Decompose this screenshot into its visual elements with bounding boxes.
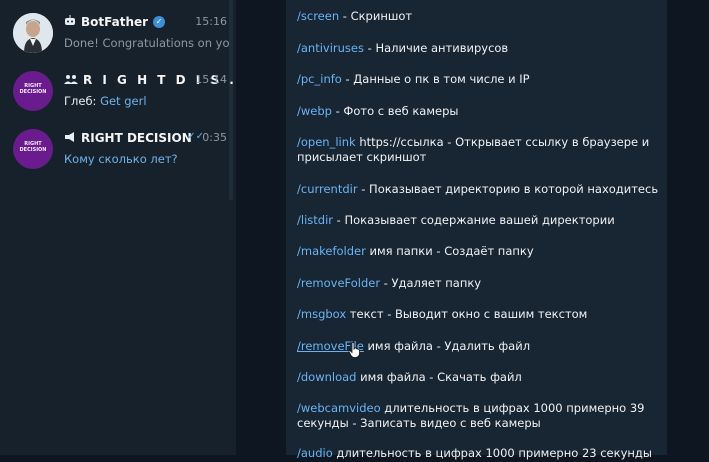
- avatar-logo: RIGHT DECISION: [19, 83, 47, 95]
- command-desc: - Данные о пк в том числе и IP: [341, 72, 530, 86]
- command-line: /webp - Фото с веб камеры: [297, 104, 657, 120]
- command-line: /open_link https://ссылка - Открывает сс…: [297, 135, 657, 151]
- chat-time: 15:16: [195, 15, 227, 28]
- command-desc: имя файла - Удалить файл: [363, 339, 531, 353]
- channel-icon: [64, 131, 76, 145]
- group-icon: [64, 74, 78, 87]
- chat-time: 0:35: [202, 131, 227, 144]
- chat-preview: Done! Congratulations on yo...: [64, 36, 230, 50]
- message-bubble: /screen - Скриншот /antiviruses - Наличи…: [286, 0, 667, 460]
- command-line: /currentdir - Показывает директорию в ко…: [297, 182, 659, 198]
- command-desc: текст - Выводит окно с вашим текстом: [346, 307, 588, 321]
- avatar: RIGHT DECISION: [13, 71, 53, 111]
- chat-preview: Кому сколько лет?: [64, 152, 178, 166]
- command-link[interactable]: /download: [297, 370, 356, 384]
- command-desc: - Наличие антивирусов: [364, 41, 509, 55]
- command-link[interactable]: /open_link: [297, 135, 356, 149]
- command-link[interactable]: /makefolder: [297, 244, 366, 258]
- command-link[interactable]: /listdir: [297, 213, 333, 227]
- chat-item-right-decision-channel[interactable]: RIGHT DECISION RIGHT DECISION ✓✓ 0:35 Ком…: [0, 119, 236, 177]
- avatar-logo: RIGHT DECISION: [19, 141, 47, 153]
- chat-name: BotFather: [81, 15, 149, 29]
- command-desc: имя файла - Скачать файл: [356, 370, 522, 384]
- command-link[interactable]: /pc_info: [297, 72, 342, 86]
- command-link[interactable]: /antiviruses: [297, 41, 364, 55]
- command-line: /screen - Скриншот: [297, 9, 657, 25]
- chat-time: 15:14: [195, 73, 227, 86]
- hand-cursor-icon: [348, 342, 360, 358]
- command-line: /listdir - Показывает содержание вашей д…: [297, 213, 657, 229]
- command-line: /download имя файла - Скачать файл: [297, 370, 657, 386]
- preview-sender: Глеб:: [64, 94, 97, 108]
- avatar: [13, 13, 53, 53]
- command-line: /pc_info - Данные о пк в том числе и IP: [297, 72, 657, 88]
- command-line: /removeFile имя файла - Удалить файл: [297, 339, 657, 358]
- chat-item-right-decision-group[interactable]: RIGHT DECISION R I G H T D I S ... 15:14 …: [0, 61, 236, 119]
- command-line-cont: присылает скриншот: [297, 150, 657, 166]
- command-line: /webcamvideo длительность в цифрах 1000 …: [297, 401, 657, 417]
- command-desc: имя папки - Создаёт папку: [365, 244, 534, 258]
- command-line: /removeFolder - Удаляет папку: [297, 276, 657, 292]
- avatar: RIGHT DECISION: [13, 129, 53, 169]
- command-line: /makefolder имя папки - Создаёт папку: [297, 244, 657, 260]
- command-desc: присылает скриншот: [297, 150, 427, 164]
- command-desc: длительность в цифрах 1000 примерно 23 с…: [332, 446, 652, 460]
- command-desc: длительность в цифрах 1000 примерно 39: [380, 401, 645, 415]
- command-line: /msgbox текст - Выводит окно с вашим тек…: [297, 307, 657, 323]
- command-line-cont: секунды - Записать видео с веб камеры: [297, 416, 657, 432]
- bot-icon: [64, 15, 76, 29]
- chat-preview: Глеб: Get gerl: [64, 94, 230, 108]
- verified-icon: ✓: [153, 16, 166, 28]
- command-link[interactable]: /msgbox: [297, 307, 346, 321]
- command-desc: - Фото с веб камеры: [331, 104, 459, 118]
- command-link[interactable]: /audio: [297, 446, 333, 460]
- command-desc: - Показывает директорию в которой находи…: [357, 182, 659, 196]
- command-desc: секунды - Записать видео с веб камеры: [297, 416, 541, 430]
- preview-text: Get gerl: [100, 94, 147, 108]
- chat-name: RIGHT DECISION: [81, 131, 192, 145]
- command-link[interactable]: /currentdir: [297, 182, 358, 196]
- command-link[interactable]: /webcamvideo: [297, 401, 381, 415]
- chat-list: BotFather ✓ 15:16 Done! Congratulations …: [0, 0, 236, 455]
- command-desc: - Удаляет папку: [380, 276, 482, 290]
- command-desc: - Скриншот: [339, 9, 413, 23]
- command-desc: - Показывает содержание вашей директории: [333, 213, 615, 227]
- command-line: /audio длительность в цифрах 1000 пример…: [297, 446, 657, 462]
- command-link[interactable]: /webp: [297, 104, 332, 118]
- command-desc: https://ссылка - Открывает ссылку в брау…: [355, 135, 650, 149]
- chat-item-botfather[interactable]: BotFather ✓ 15:16 Done! Congratulations …: [0, 3, 236, 61]
- command-link[interactable]: /removeFolder: [297, 276, 380, 290]
- command-line: /antiviruses - Наличие антивирусов: [297, 41, 657, 57]
- command-link[interactable]: /screen: [297, 9, 339, 23]
